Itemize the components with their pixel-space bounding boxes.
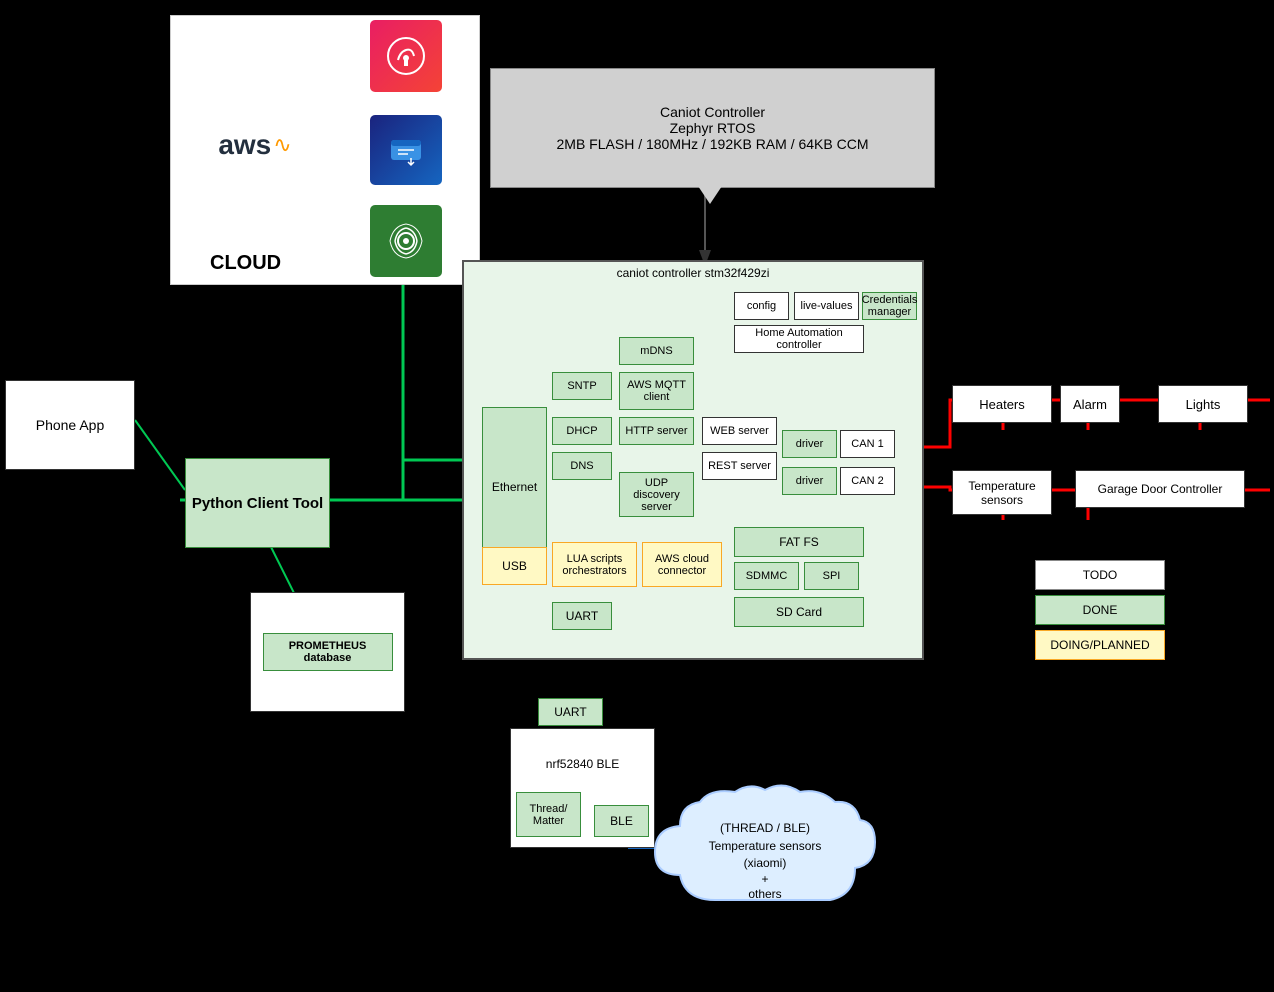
rest-server-box: REST server (702, 452, 777, 480)
home-automation-box: Home Automation controller (734, 325, 864, 353)
alarm-box: Alarm (1060, 385, 1120, 423)
aws-connector-box: AWS cloud connector (642, 542, 722, 587)
config-box: config (734, 292, 789, 320)
callout-line3: 2MB FLASH / 180MHz / 192KB RAM / 64KB CC… (557, 136, 869, 152)
callout-line1: Caniot Controller (557, 104, 869, 120)
driver1-box: driver (782, 430, 837, 458)
legend-todo: TODO (1035, 560, 1165, 590)
uart-inner-box: UART (552, 602, 612, 630)
callout-line2: Zephyr RTOS (557, 120, 869, 136)
aws-logo: aws ∿ (195, 120, 315, 170)
can1-box: CAN 1 (840, 430, 895, 458)
udp-box: UDP discovery server (619, 472, 694, 517)
aws-mqtt-box: AWS MQTT client (619, 372, 694, 410)
garage-door-box: Garage Door Controller (1075, 470, 1245, 508)
grafana-label: Grafana (308, 48, 351, 62)
credentials-box: Credentials manager (862, 292, 917, 320)
lights-box: Lights (1158, 385, 1248, 423)
iotcore-label: IoT Core (308, 228, 354, 242)
callout-pointer (698, 186, 722, 204)
web-server-box: WEB server (702, 417, 777, 445)
nrf-box: nrf52840 BLE Thread/ Matter BLE (510, 728, 655, 848)
uart-ble-box: UART (538, 698, 603, 726)
live-values-box: live-values (794, 292, 859, 320)
spi-box: SPI (804, 562, 859, 590)
main-controller-title: caniot controller stm32f429zi (617, 266, 770, 280)
sntp-box: SNTP (552, 372, 612, 400)
http-server-box: HTTP server (619, 417, 694, 445)
legend-done: DONE (1035, 595, 1165, 625)
sdcard-box: SD Card (734, 597, 864, 627)
nrf-label: nrf52840 BLE (546, 757, 619, 771)
usb-box: USB (482, 547, 547, 585)
fatfs-box: FAT FS (734, 527, 864, 557)
svg-text:(THREAD / BLE): (THREAD / BLE) (720, 821, 810, 835)
sdmmc-box: SDMMC (734, 562, 799, 590)
svg-text:Temperature sensors: Temperature sensors (709, 839, 822, 853)
mdns-box: mDNS (619, 337, 694, 365)
svg-text:+: + (761, 872, 768, 886)
phone-app-box: Phone App (5, 380, 135, 470)
controller-callout: Caniot Controller Zephyr RTOS 2MB FLASH … (490, 68, 935, 188)
prometheus-box: PROMETHEUS database (263, 633, 393, 671)
raspberry-pi-box: Raspberry PI (Python) PROMETHEUS databas… (250, 592, 405, 712)
python-client-box: Python Client Tool (185, 458, 330, 548)
timestream-label: Timestream (303, 138, 366, 152)
legend-doing: DOING/PLANNED (1035, 630, 1165, 660)
dhcp-box: DHCP (552, 417, 612, 445)
lua-box: LUA scripts orchestrators (552, 542, 637, 587)
cloud-label: CLOUD (210, 252, 281, 275)
timestream-box (370, 115, 442, 185)
temp-sensors-box: Temperature sensors (952, 470, 1052, 515)
main-controller-box: caniot controller stm32f429zi config liv… (462, 260, 924, 660)
heaters-box: Heaters (952, 385, 1052, 423)
svg-text:(xiaomi): (xiaomi) (744, 856, 787, 870)
thread-matter-box: Thread/ Matter (516, 792, 581, 837)
iotcore-box (370, 205, 442, 277)
ethernet-box: Ethernet (482, 407, 547, 567)
grafana-box (370, 20, 442, 92)
dns-box: DNS (552, 452, 612, 480)
can2-box: CAN 2 (840, 467, 895, 495)
ble-cloud-svg: (THREAD / BLE) Temperature sensors (xiao… (635, 780, 895, 930)
svg-text:others: others (748, 887, 781, 901)
driver2-box: driver (782, 467, 837, 495)
